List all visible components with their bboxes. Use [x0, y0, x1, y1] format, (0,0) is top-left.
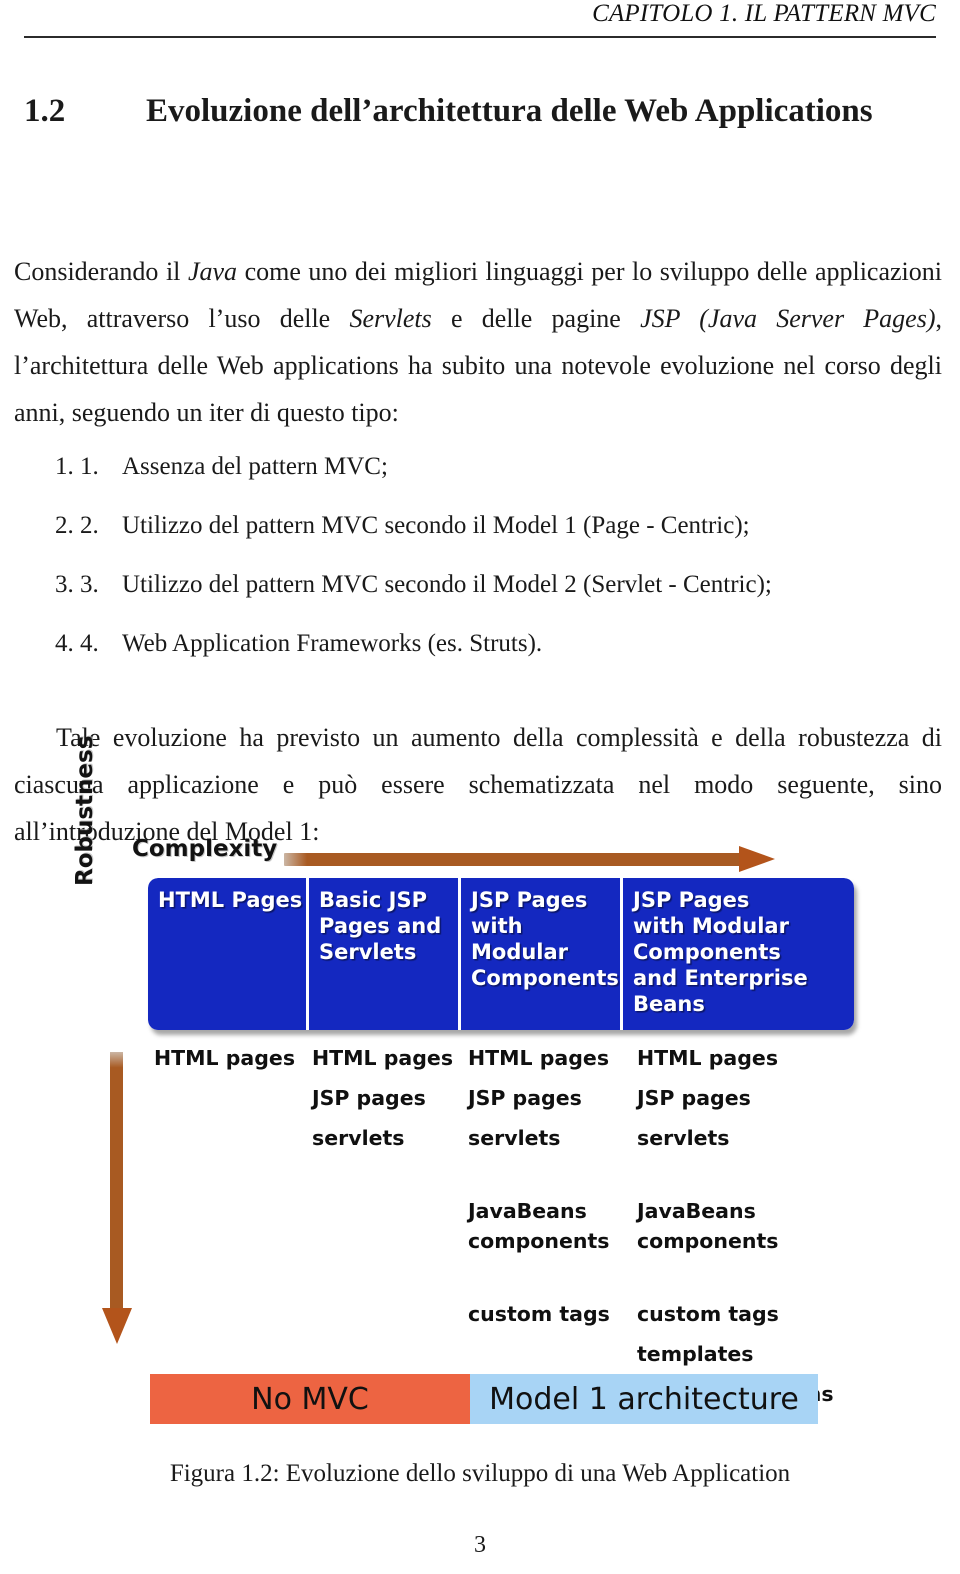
feature-column: HTML pages JSP pages servlets JavaBeans … — [468, 1038, 633, 1334]
section-heading: 1.2 Evoluzione dell’architettura delle W… — [24, 90, 936, 132]
feature-item: components — [637, 1229, 779, 1253]
stage-box-line: with Modular — [633, 914, 789, 938]
stage-box: Basic JSP Pages and Servlets — [309, 878, 461, 1030]
intro-paragraph: Considerando il Java come uno dei miglio… — [14, 248, 942, 436]
architecture-legend-bars: No MVC Model 1 architecture — [150, 1374, 818, 1424]
feature-item: custom tags — [637, 1302, 779, 1326]
feature-item: HTML pages — [312, 1046, 454, 1070]
feature-item: HTML pages — [468, 1046, 610, 1070]
list-item-marker: 2. — [80, 512, 99, 539]
feature-item: servlets — [637, 1126, 730, 1150]
section-number: 1.2 — [24, 93, 66, 130]
stage-box-line: Pages and — [319, 914, 442, 938]
arrow-head — [739, 846, 775, 872]
feature-item: JSP pages — [312, 1086, 426, 1110]
arrow-shaft — [284, 853, 746, 866]
evolution-step-list: 1. Assenza del pattern MVC; 2. Utilizzo … — [40, 453, 960, 689]
feature-column: HTML pages JSP pages servlets — [312, 1038, 462, 1158]
feature-item: templates — [637, 1342, 754, 1366]
feature-item: HTML pages — [154, 1046, 296, 1070]
list-item-marker: 1. — [80, 453, 99, 480]
list-item-label: Assenza del pattern MVC; — [122, 453, 388, 480]
feature-item: servlets — [312, 1126, 405, 1150]
stage-box: JSP Pages with Modular Components and En… — [623, 878, 854, 1030]
intro-emph-java: Java — [187, 257, 238, 286]
complexity-arrow-icon — [284, 846, 784, 872]
list-item-label: Web Application Frameworks (es. Struts). — [122, 630, 543, 657]
arrow-head — [102, 1308, 132, 1344]
stage-box-line: Beans — [633, 992, 705, 1016]
feature-item: JavaBeans — [637, 1199, 756, 1223]
list-item: 3. Utilizzo del pattern MVC secondo il M… — [80, 571, 960, 599]
feature-item: JavaBeans — [468, 1199, 587, 1223]
legend-bar-model-1: Model 1 architecture — [470, 1374, 818, 1424]
header-rule — [24, 36, 936, 38]
intro-text-3: e delle pagine — [431, 304, 641, 333]
running-header-title: CAPITOLO 1. IL PATTERN MVC — [592, 0, 936, 27]
stage-box-line: with Modular — [471, 914, 569, 964]
page-number: 3 — [474, 1532, 486, 1558]
stage-box-line: HTML Pages — [158, 888, 303, 912]
list-item-marker: 3. — [80, 571, 99, 598]
arrow-shaft — [110, 1052, 123, 1314]
feature-column: HTML pages — [154, 1038, 314, 1078]
intro-emph-jsp: JSP (Java Server Pages) — [640, 304, 936, 333]
list-item: 4. Web Application Frameworks (es. Strut… — [80, 630, 960, 658]
list-item-label: Utilizzo del pattern MVC secondo il Mode… — [122, 512, 750, 539]
list-item: 1. Assenza del pattern MVC; — [80, 453, 960, 481]
feature-column: HTML pages JSP pages servlets JavaBeans … — [637, 1038, 857, 1414]
list-item: 2. Utilizzo del pattern MVC secondo il M… — [80, 512, 960, 540]
feature-item: custom tags — [468, 1302, 610, 1326]
stage-box-line: Components — [471, 966, 619, 990]
stage-box-line: Components — [633, 940, 781, 964]
stage-box-line: JSP Pages — [633, 888, 750, 912]
stage-box-strip: HTML Pages Basic JSP Pages and Servlets … — [148, 878, 854, 1030]
robustness-axis-label: Robustness — [72, 735, 98, 886]
intro-text-1: Considerando il — [14, 257, 188, 286]
robustness-arrow-icon — [102, 1052, 132, 1352]
list-item-marker: 4. — [80, 630, 99, 657]
figure-evolution-diagram: Complexity Robustness HTML Pages Basic J… — [72, 736, 864, 1441]
legend-bar-no-mvc: No MVC — [150, 1374, 470, 1424]
stage-box-line: Basic JSP — [319, 888, 427, 912]
stage-feature-columns: HTML pages HTML pages JSP pages servlets… — [150, 1038, 860, 1406]
section-title: Evoluzione dell’architettura delle Web A… — [146, 93, 873, 130]
stage-box-line: and Enterprise — [633, 966, 808, 990]
stage-box: HTML Pages — [148, 878, 309, 1030]
page-header: CAPITOLO 1. IL PATTERN MVC — [24, 0, 936, 40]
figure-caption: Figura 1.2: Evoluzione dello sviluppo di… — [169, 1460, 791, 1487]
intro-emph-servlets: Servlets — [349, 304, 432, 333]
feature-item: components — [468, 1229, 610, 1253]
stage-box-line: JSP Pages — [471, 888, 588, 912]
feature-item: JSP pages — [468, 1086, 582, 1110]
feature-item: JSP pages — [637, 1086, 751, 1110]
stage-box-line: Servlets — [319, 940, 417, 964]
feature-item: HTML pages — [637, 1046, 779, 1070]
feature-item: servlets — [468, 1126, 561, 1150]
stage-box: JSP Pages with Modular Components — [461, 878, 623, 1030]
list-item-label: Utilizzo del pattern MVC secondo il Mode… — [122, 571, 772, 598]
complexity-axis-label: Complexity — [132, 836, 278, 862]
